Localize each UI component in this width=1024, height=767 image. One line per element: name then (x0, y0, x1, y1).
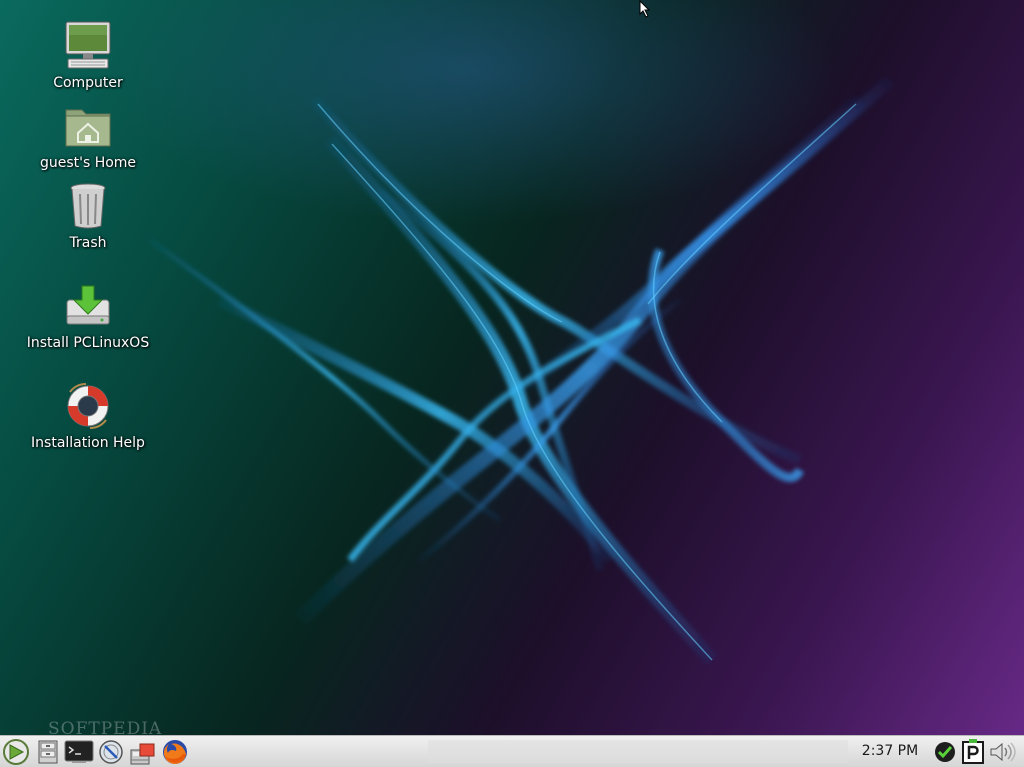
pclinuxos-icon (962, 739, 984, 764)
bottom-panel: 2:37 PM (0, 735, 1024, 767)
desktop[interactable]: Computer guest's Home Trash Install PCLi… (0, 0, 1024, 767)
package-manager-icon (130, 743, 155, 764)
menu-icon (3, 738, 29, 765)
desktop-icon-home[interactable]: guest's Home (13, 100, 163, 171)
desktop-icon-trash[interactable]: Trash (13, 180, 163, 251)
terminal-icon (64, 740, 94, 763)
volume-icon (990, 742, 1016, 762)
desktop-icon-help[interactable]: Installation Help (13, 380, 163, 451)
lifebuoy-icon (67, 383, 109, 429)
desktop-icon-install[interactable]: Install PCLinuxOS (13, 280, 163, 351)
launcher-control-center[interactable] (96, 737, 126, 766)
launcher-terminal[interactable] (64, 737, 94, 766)
clock[interactable]: 2:37 PM (852, 738, 928, 765)
control-center-icon (99, 739, 123, 764)
desktop-icon-computer[interactable]: Computer (13, 20, 163, 91)
install-icon (66, 285, 110, 325)
file-manager-icon (38, 740, 58, 763)
computer-icon (65, 21, 111, 69)
taskbar[interactable] (428, 740, 848, 763)
trash-icon (70, 183, 106, 229)
mouse-cursor-icon (639, 0, 651, 18)
launcher-file-manager[interactable] (33, 737, 63, 766)
tray-volume[interactable] (988, 738, 1016, 766)
desktop-icon-label: guest's Home (39, 155, 137, 171)
launcher-package-manager[interactable] (128, 737, 158, 766)
desktop-icon-label: Install PCLinuxOS (26, 335, 150, 351)
firefox-icon (163, 739, 187, 764)
launcher-firefox[interactable] (160, 737, 190, 766)
desktop-icon-label: Installation Help (31, 435, 145, 451)
tray-pclinuxos[interactable] (959, 738, 987, 766)
update-check-icon (935, 742, 955, 762)
launcher-menu[interactable] (1, 737, 31, 766)
desktop-icon-label: Trash (69, 235, 107, 251)
desktop-icon-label: Computer (53, 75, 123, 91)
tray-update-check[interactable] (931, 738, 959, 766)
home-folder-icon (65, 109, 111, 147)
